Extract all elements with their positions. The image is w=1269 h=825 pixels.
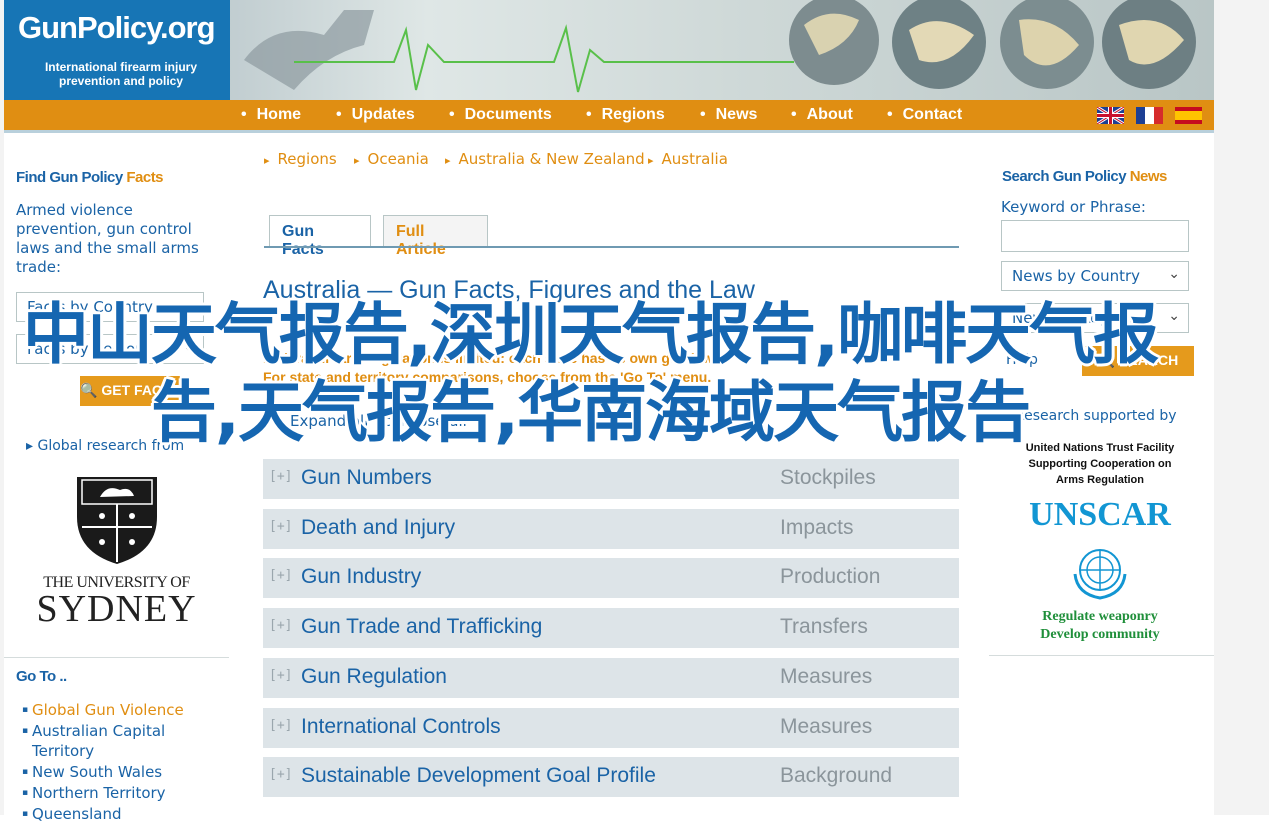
news-by-country-value: News by Country — [1012, 267, 1141, 285]
expand-icon: [+] — [269, 519, 293, 534]
section-sublabel: Stockpiles — [780, 466, 876, 489]
university-crest-icon — [77, 477, 157, 564]
logo-title: GunPolicy.org — [18, 10, 216, 45]
expand-icon: [+] — [269, 767, 293, 782]
unscar-logo[interactable]: United Nations Trust Facility Supporting… — [1005, 440, 1195, 645]
unscar-name: UNSCAR — [1029, 496, 1171, 533]
goto-item-nsw[interactable]: New South Wales — [22, 762, 222, 782]
find-facts-title: Find Gun Policy Facts — [16, 169, 164, 186]
section-sublabel: Measures — [780, 665, 873, 688]
unscar-line2: Supporting Cooperation on — [1028, 458, 1172, 470]
nav-updates[interactable]: Updates — [336, 106, 415, 124]
breadcrumb-oceania[interactable]: Oceania — [354, 150, 429, 168]
section-label: Gun Numbers — [301, 466, 432, 489]
nav-news[interactable]: News — [700, 106, 758, 124]
find-facts-title-main: Find Gun Policy — [16, 169, 123, 186]
nav-contact[interactable]: Contact — [887, 106, 963, 124]
unscar-tagline: Regulate weaponry Develop community — [1005, 608, 1195, 644]
section-sublabel: Transfers — [780, 615, 868, 638]
goto-item-nt[interactable]: Northern Territory — [22, 783, 222, 803]
section-label: Death and Injury — [301, 516, 456, 539]
section-label: Gun Trade and Trafficking — [301, 615, 543, 638]
goto-item-act[interactable]: Australian Capital Territory — [22, 721, 222, 761]
section-sublabel: Measures — [780, 715, 873, 738]
expand-icon: [+] — [269, 618, 293, 633]
overlay-spam-text: 中山天气报告,深圳天气报告,咖啡天气报告,天气报告,华南海域天气报告 — [22, 296, 1159, 451]
goto-item-global-gun-violence[interactable]: Global Gun Violence — [22, 700, 222, 720]
university-of-sydney-logo[interactable]: THE UNIVERSITY OF SYDNEY — [24, 462, 209, 642]
section-sublabel: Production — [780, 565, 881, 588]
france-flag-icon[interactable] — [1136, 107, 1163, 124]
section-row-gun-industry[interactable]: [+] Gun Industry Production — [263, 558, 959, 598]
section-row-gun-numbers[interactable]: [+] Gun Numbers Stockpiles — [263, 459, 959, 499]
chevron-down-icon: ⌄ — [1168, 266, 1180, 282]
nav-home[interactable]: Home — [241, 106, 301, 124]
globes-graphic — [789, 0, 1196, 89]
section-row-gun-regulation[interactable]: [+] Gun Regulation Measures — [263, 658, 959, 698]
un-emblem-icon — [1073, 549, 1127, 600]
section-row-death-injury[interactable]: [+] Death and Injury Impacts — [263, 509, 959, 549]
tab-full-article[interactable]: Full Article — [383, 215, 488, 258]
unscar-tag1: Regulate weaponry — [1042, 609, 1158, 624]
section-sublabel: Background — [780, 764, 893, 787]
section-label: Gun Industry — [301, 565, 422, 588]
logo-subtitle: International firearm injury prevention … — [44, 60, 198, 88]
right-sidebar-divider — [989, 655, 1214, 656]
section-label: International Controls — [301, 715, 501, 738]
unscar-line3: Arms Regulation — [1055, 474, 1144, 486]
goto-item-qld[interactable]: Queensland — [22, 804, 222, 824]
tab-gun-facts[interactable]: Gun Facts — [269, 215, 371, 258]
search-news-title-main: Search Gun Policy — [1002, 168, 1127, 185]
find-facts-title-accent: Facts — [126, 169, 164, 186]
search-news-title-accent: News — [1129, 168, 1168, 185]
expand-icon: [+] — [269, 718, 293, 733]
breadcrumb-australia[interactable]: Australia — [648, 150, 728, 168]
expand-icon: [+] — [269, 668, 293, 683]
search-news-title: Search Gun Policy News — [1002, 168, 1167, 185]
nav-documents[interactable]: Documents — [449, 106, 552, 124]
university-line2: SYDNEY — [36, 588, 197, 630]
section-label: Gun Regulation — [301, 665, 447, 688]
section-sublabel: Impacts — [780, 516, 854, 539]
breadcrumb-australia-nz[interactable]: Australia & New Zealand — [445, 150, 645, 168]
site-logo[interactable]: GunPolicy.org International firearm inju… — [4, 0, 230, 100]
expand-icon: [+] — [269, 568, 293, 583]
ecg-trigger-graphic — [244, 10, 794, 93]
tab-underline — [264, 246, 959, 248]
keyword-search-input[interactable] — [1001, 220, 1189, 252]
sidebar-divider — [4, 657, 229, 658]
nav-regions[interactable]: Regions — [586, 106, 665, 124]
spain-flag-icon[interactable] — [1175, 107, 1202, 124]
keyword-label: Keyword or Phrase: — [1001, 198, 1146, 216]
section-label: Sustainable Development Goal Profile — [301, 764, 656, 787]
goto-list: Global Gun Violence Australian Capital T… — [22, 700, 222, 825]
find-facts-description: Armed violence prevention, gun control l… — [16, 201, 199, 276]
nav-about[interactable]: About — [791, 106, 853, 124]
unscar-tag2: Develop community — [1040, 627, 1160, 642]
breadcrumb-regions[interactable]: Regions — [264, 150, 337, 168]
section-row-sdg-profile[interactable]: [+] Sustainable Development Goal Profile… — [263, 757, 959, 797]
goto-title: Go To .. — [16, 668, 67, 685]
section-row-gun-trade[interactable]: [+] Gun Trade and Trafficking Transfers — [263, 608, 959, 648]
main-navbar: Home Updates Documents Regions News Abou… — [4, 100, 1214, 133]
section-row-international-controls[interactable]: [+] International Controls Measures — [263, 708, 959, 748]
expand-icon: [+] — [269, 469, 293, 484]
news-by-country-select[interactable]: News by Country ⌄ — [1001, 261, 1189, 291]
site-header: GunPolicy.org International firearm inju… — [4, 0, 1214, 100]
uk-flag-icon[interactable] — [1097, 107, 1124, 124]
chevron-down-icon: ⌄ — [1168, 308, 1180, 324]
